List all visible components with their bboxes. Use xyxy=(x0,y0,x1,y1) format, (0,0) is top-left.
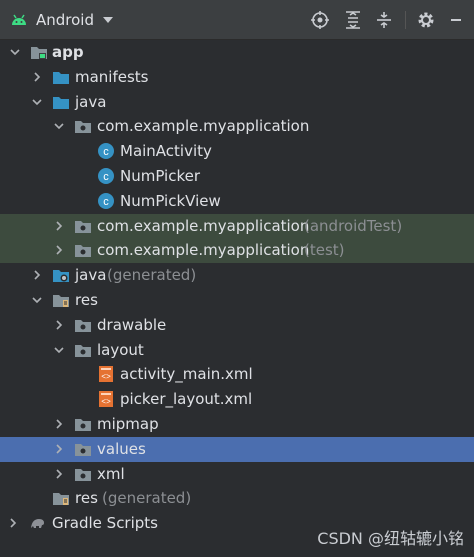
tree-item-num-picker[interactable]: NumPicker xyxy=(0,164,474,189)
tree-item-activity-main-xml[interactable]: activity_main.xml xyxy=(0,362,474,387)
chevron-right-icon[interactable] xyxy=(53,443,65,455)
tree-item-label: Gradle Scripts xyxy=(52,514,158,533)
minimize-icon[interactable] xyxy=(446,10,466,30)
tree-item-suffix: (androidTest) xyxy=(304,216,403,235)
project-view-label: Android xyxy=(36,11,94,29)
tree-item-label: NumPickView xyxy=(120,191,221,210)
chevron-down-icon[interactable] xyxy=(31,96,43,108)
tree-item-drawable[interactable]: drawable xyxy=(0,313,474,338)
tree-item-label: values xyxy=(97,439,146,458)
package-icon xyxy=(74,241,92,259)
tree-item-label: layout xyxy=(97,340,144,359)
tree-item-suffix: (generated) xyxy=(102,489,192,508)
folder-icon xyxy=(74,465,92,483)
tree-item-label: NumPicker xyxy=(120,167,201,185)
tree-item-label: picker_layout.xml xyxy=(120,390,253,409)
tree-item-package-main[interactable]: com.example.myapplication xyxy=(0,114,474,139)
tree-item-values[interactable]: values xyxy=(0,436,474,462)
package-icon xyxy=(74,117,92,135)
generated-folder-icon xyxy=(52,266,70,284)
folder-icon xyxy=(74,415,92,433)
tree-item-label: drawable xyxy=(97,315,167,334)
tree-item-label: java xyxy=(75,266,107,285)
tree-item-label: app xyxy=(52,43,84,61)
target-icon[interactable] xyxy=(310,10,330,30)
tree-item-picker-layout-xml[interactable]: picker_layout.xml xyxy=(0,387,474,412)
tree-item-res[interactable]: res xyxy=(0,288,474,313)
chevron-right-icon[interactable] xyxy=(7,517,19,529)
class-icon xyxy=(97,142,115,160)
class-icon xyxy=(97,167,115,185)
tree-item-label: manifests xyxy=(75,67,149,86)
xml-file-icon xyxy=(97,365,115,383)
tree-item-label: xml xyxy=(97,464,125,483)
tree-item-suffix: (test) xyxy=(304,241,345,260)
tree-item-label: mipmap xyxy=(97,415,159,433)
toolbar-separator xyxy=(405,11,406,29)
tree-item-label: MainActivity xyxy=(120,142,212,161)
gear-icon[interactable] xyxy=(416,10,436,30)
source-folder-icon xyxy=(52,93,70,111)
android-icon xyxy=(12,14,26,25)
tree-item-java-generated[interactable]: java (generated) xyxy=(0,263,474,288)
tree-item-xml[interactable]: xml xyxy=(0,462,474,487)
chevron-right-icon[interactable] xyxy=(53,319,65,331)
tree-item-package-android-test[interactable]: com.example.myapplication (androidTest) xyxy=(0,213,474,239)
tree-item-num-pick-view[interactable]: NumPickView xyxy=(0,189,474,214)
chevron-down-icon[interactable] xyxy=(53,344,65,356)
chevron-right-icon[interactable] xyxy=(53,220,65,232)
dropdown-arrow-icon xyxy=(103,17,113,23)
chevron-right-icon[interactable] xyxy=(53,418,65,430)
tree-item-label: com.example.myapplication xyxy=(97,117,310,136)
watermark: CSDN @纽轱辘小铭 xyxy=(317,529,464,548)
tree-item-label: activity_main.xml xyxy=(120,365,253,384)
chevron-down-icon[interactable] xyxy=(9,46,21,58)
chevron-right-icon[interactable] xyxy=(31,269,43,281)
tree-item-label: java xyxy=(75,92,107,111)
tree-item-res-generated[interactable]: res (generated) xyxy=(0,486,474,511)
project-toolbar: Android xyxy=(0,0,474,40)
resources-folder-icon xyxy=(52,489,70,507)
xml-file-icon xyxy=(97,390,115,408)
gradle-icon xyxy=(29,514,47,532)
tree-item-layout[interactable]: layout xyxy=(0,338,474,363)
module-folder-icon xyxy=(30,43,48,61)
folder-icon xyxy=(74,316,92,334)
tree-item-suffix: (generated) xyxy=(107,266,197,285)
chevron-down-icon[interactable] xyxy=(31,294,43,306)
tree-item-manifests[interactable]: manifests xyxy=(0,65,474,90)
chevron-right-icon[interactable] xyxy=(53,244,65,256)
tree-item-java[interactable]: java xyxy=(0,90,474,115)
tree-item-main-activity[interactable]: MainActivity xyxy=(0,139,474,164)
chevron-down-icon[interactable] xyxy=(53,120,65,132)
project-view-selector[interactable]: Android xyxy=(10,0,114,40)
folder-icon xyxy=(52,68,70,86)
tree-item-label: res xyxy=(75,291,98,309)
folder-icon xyxy=(74,341,92,359)
tree-item-label: com.example.myapplication xyxy=(97,216,310,235)
tree-item-package-test[interactable]: com.example.myapplication (test) xyxy=(0,238,474,264)
resources-folder-icon xyxy=(52,291,70,309)
chevron-right-icon[interactable] xyxy=(31,71,43,83)
tree-item-app[interactable]: app xyxy=(0,40,474,65)
chevron-right-icon[interactable] xyxy=(53,468,65,480)
expand-all-icon[interactable] xyxy=(343,10,363,30)
class-icon xyxy=(97,192,115,210)
folder-icon xyxy=(74,440,92,458)
collapse-all-icon[interactable] xyxy=(374,10,394,30)
tree-item-label: com.example.myapplication xyxy=(97,241,310,260)
tree-item-mipmap[interactable]: mipmap xyxy=(0,412,474,437)
tree-item-label: res xyxy=(75,489,98,508)
package-icon xyxy=(74,217,92,235)
